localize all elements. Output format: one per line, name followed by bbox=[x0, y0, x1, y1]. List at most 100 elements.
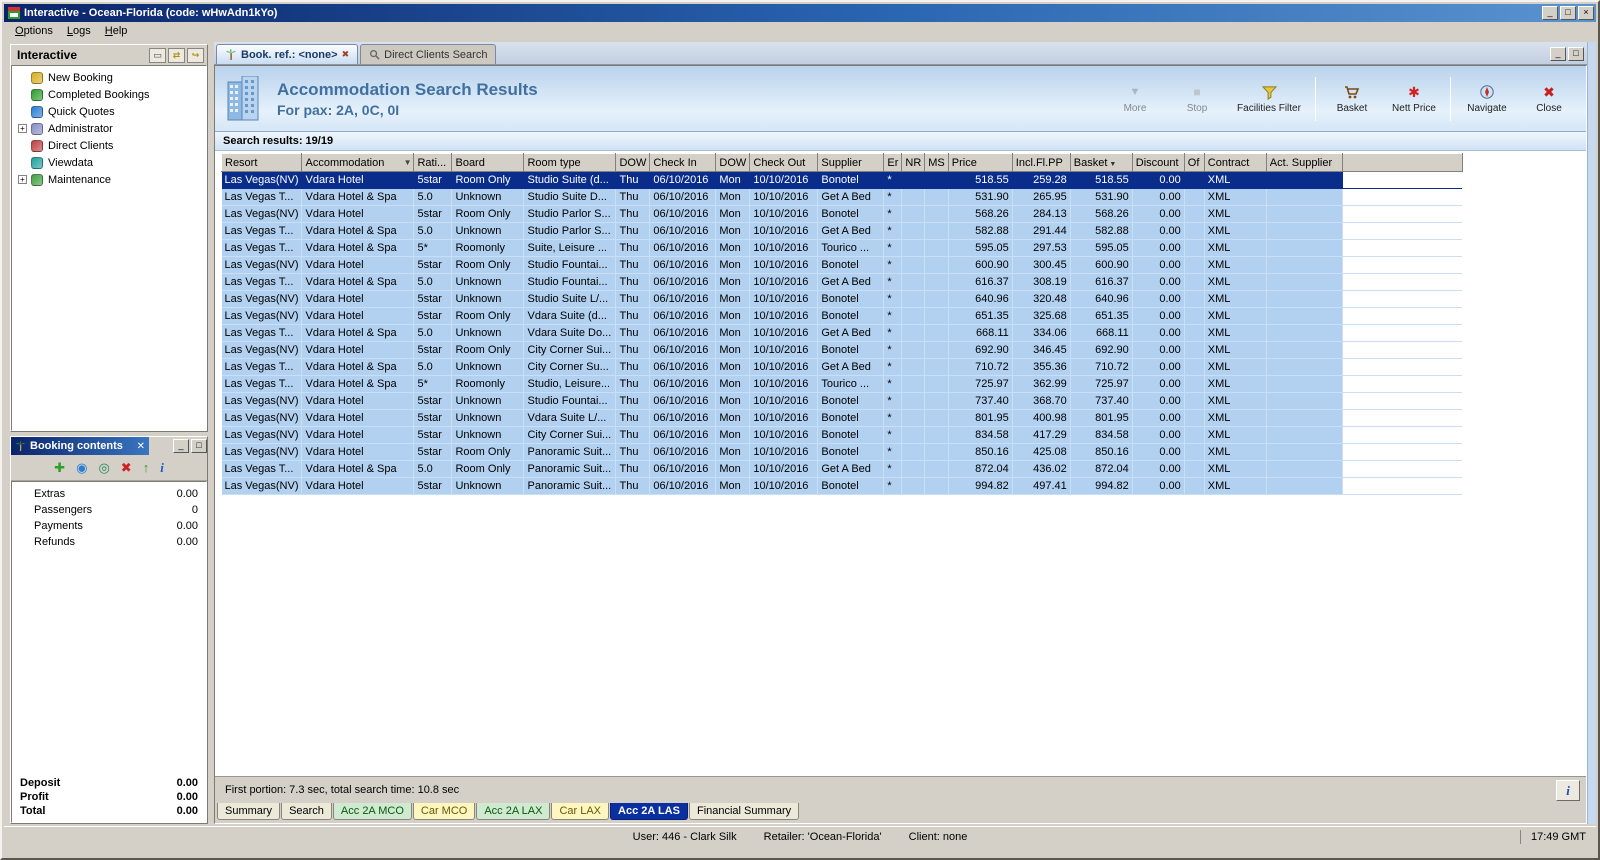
minimize-button[interactable]: _ bbox=[1542, 6, 1558, 20]
table-row[interactable]: Las Vegas(NV) Vdara Hotel 5star Unknown Stud… bbox=[221, 392, 1463, 410]
table-row[interactable]: Las Vegas T... Vdara Hotel & Spa 5.0 Room O… bbox=[221, 460, 1463, 478]
close-button[interactable]: ✖ Close bbox=[1520, 80, 1578, 117]
basket-button[interactable]: Basket bbox=[1323, 80, 1381, 117]
cell-er: * bbox=[883, 477, 903, 495]
column-header-check-out[interactable]: Check Out bbox=[749, 153, 819, 172]
table-row[interactable]: Las Vegas(NV) Vdara Hotel 5star Unknown Vdar… bbox=[221, 409, 1463, 427]
column-header-er[interactable]: Er bbox=[883, 153, 903, 172]
close-button[interactable]: × bbox=[1578, 6, 1594, 20]
panel-pin-button[interactable]: ↪ bbox=[187, 47, 204, 63]
cell-basket: 994.82 bbox=[1070, 477, 1133, 495]
table-row[interactable]: Las Vegas(NV) Vdara Hotel 5star Room Only Ci… bbox=[221, 341, 1463, 359]
booking-contents-close-icon[interactable]: ✕ bbox=[137, 441, 145, 452]
table-row[interactable]: Las Vegas(NV) Vdara Hotel 5star Room Only Pa… bbox=[221, 443, 1463, 461]
cell-incl-fl-pp: 308.19 bbox=[1012, 273, 1071, 291]
bottom-tab-acc-2a-mco[interactable]: Acc 2A MCO bbox=[332, 803, 412, 820]
cell-supplier: Bonotel bbox=[817, 443, 885, 461]
sidebar-item-viewdata[interactable]: Viewdata bbox=[12, 154, 206, 171]
expand-icon[interactable]: + bbox=[18, 124, 27, 133]
export-icon[interactable]: ◎ bbox=[98, 461, 109, 474]
column-header-of[interactable]: Of bbox=[1183, 153, 1205, 172]
facilities-filter-button[interactable]: Facilities Filter bbox=[1230, 80, 1308, 117]
add-icon[interactable]: ✚ bbox=[54, 461, 65, 474]
table-row[interactable]: Las Vegas(NV) Vdara Hotel 5star Room Only St… bbox=[221, 171, 1463, 189]
bottom-tab-summary[interactable]: Summary bbox=[217, 803, 281, 820]
column-header-incl-fl-pp[interactable]: Incl.Fl.PP bbox=[1011, 153, 1071, 172]
column-header-price[interactable]: Price bbox=[947, 153, 1013, 172]
panel-dock-button[interactable]: ⇄ bbox=[168, 47, 185, 63]
table-row[interactable]: Las Vegas T... Vdara Hotel & Spa 5.0 Unknow… bbox=[221, 222, 1463, 240]
world-icon[interactable]: ◉ bbox=[76, 461, 87, 474]
column-header-room-type[interactable]: Room type bbox=[523, 153, 617, 172]
booking-panel-minimize-button[interactable]: _ bbox=[173, 439, 189, 453]
column-header-act-supplier[interactable]: Act. Supplier bbox=[1265, 153, 1343, 172]
mdi-minimize-button[interactable]: _ bbox=[1550, 47, 1566, 61]
cell-rati: 5star bbox=[413, 443, 453, 461]
document-tab-strip: Book. ref.: <none> ✖ Direct Clients Sear… bbox=[214, 42, 1587, 65]
sidebar-item-new-booking[interactable]: New Booking bbox=[12, 69, 206, 86]
cell-board: Unknown bbox=[451, 477, 525, 495]
booking-panel-maximize-button[interactable]: □ bbox=[191, 439, 207, 453]
sidebar-item-direct-clients[interactable]: Direct Clients bbox=[12, 137, 206, 154]
column-header-accommodation[interactable]: Accommodation ▼ bbox=[301, 153, 415, 172]
table-row[interactable]: Las Vegas(NV) Vdara Hotel 5star Unknown City… bbox=[221, 426, 1463, 444]
vertical-scrollbar[interactable] bbox=[1587, 42, 1596, 824]
table-row[interactable]: Las Vegas T... Vdara Hotel & Spa 5* Roomonl… bbox=[221, 239, 1463, 257]
panel-layout-button[interactable]: ▭ bbox=[149, 47, 166, 63]
table-row[interactable]: Las Vegas(NV) Vdara Hotel 5star Unknown Pano… bbox=[221, 477, 1463, 495]
table-row[interactable]: Las Vegas(NV) Vdara Hotel 5star Unknown Stud… bbox=[221, 290, 1463, 308]
expand-icon[interactable]: + bbox=[18, 175, 27, 184]
filter-funnel-icon[interactable]: ▼ bbox=[404, 158, 412, 167]
bottom-tab-car-lax[interactable]: Car LAX bbox=[551, 803, 610, 820]
navigate-button[interactable]: Navigate bbox=[1458, 80, 1516, 117]
bottom-tab-acc-2a-lax[interactable]: Acc 2A LAX bbox=[476, 803, 551, 820]
mdi-maximize-button[interactable]: □ bbox=[1568, 47, 1584, 61]
column-header-discount[interactable]: Discount bbox=[1131, 153, 1185, 172]
sidebar-item-quick-quotes[interactable]: Quick Quotes bbox=[12, 103, 206, 120]
column-header-dow[interactable]: DOW bbox=[715, 153, 751, 172]
sidebar-item-administrator[interactable]: + Administrator bbox=[12, 120, 206, 137]
bottom-tab-car-mco[interactable]: Car MCO bbox=[412, 803, 476, 820]
column-header-resort[interactable]: Resort bbox=[220, 153, 303, 172]
column-header-nr[interactable]: NR bbox=[901, 153, 926, 172]
search-results-window: Accommodation Search Results For pax: 2A… bbox=[214, 65, 1587, 824]
nett-price-button[interactable]: ✱ Nett Price bbox=[1385, 80, 1443, 117]
table-row[interactable]: Las Vegas T... Vdara Hotel & Spa 5.0 Unknow… bbox=[221, 324, 1463, 342]
move-up-icon[interactable]: ↑ bbox=[143, 461, 150, 474]
cell-check-out: 10/10/2016 bbox=[749, 358, 819, 376]
sidebar-item-completed-bookings[interactable]: Completed Bookings bbox=[12, 86, 206, 103]
column-header-check-in[interactable]: Check In bbox=[649, 153, 717, 172]
bottom-tab-financial-summary[interactable]: Financial Summary bbox=[688, 803, 800, 820]
column-header-contract[interactable]: Contract bbox=[1203, 153, 1267, 172]
bottom-tab-search[interactable]: Search bbox=[281, 803, 332, 820]
tab-direct-clients-search[interactable]: Direct Clients Search bbox=[360, 44, 497, 64]
table-row[interactable]: Las Vegas(NV) Vdara Hotel 5star Room Only St… bbox=[221, 256, 1463, 274]
table-row[interactable]: Las Vegas T... Vdara Hotel & Spa 5.0 Unknow… bbox=[221, 358, 1463, 376]
cell-basket: 582.88 bbox=[1070, 222, 1133, 240]
table-row[interactable]: Las Vegas(NV) Vdara Hotel 5star Room Only Vd… bbox=[221, 307, 1463, 325]
palm-icon bbox=[15, 440, 26, 451]
menu-logs[interactable]: Logs bbox=[60, 23, 98, 39]
column-header-board[interactable]: Board bbox=[451, 153, 525, 172]
column-header-rati[interactable]: Rati... bbox=[413, 153, 453, 172]
maximize-button[interactable]: □ bbox=[1560, 6, 1576, 20]
column-header-dow[interactable]: DOW bbox=[615, 153, 651, 172]
menu-options[interactable]: Options bbox=[8, 23, 60, 39]
table-row[interactable]: Las Vegas(NV) Vdara Hotel 5star Room Only St… bbox=[221, 205, 1463, 223]
tab-booking-ref[interactable]: Book. ref.: <none> ✖ bbox=[216, 44, 359, 64]
cell-supplier: Bonotel bbox=[817, 171, 885, 189]
info-button[interactable]: i bbox=[1556, 779, 1580, 801]
menu-help[interactable]: Help bbox=[98, 23, 135, 39]
table-row[interactable]: Las Vegas T... Vdara Hotel & Spa 5.0 Unknow… bbox=[221, 273, 1463, 291]
cell-incl-fl-pp: 346.45 bbox=[1012, 341, 1071, 359]
tab-close-icon[interactable]: ✖ bbox=[342, 49, 350, 60]
info-icon[interactable]: i bbox=[160, 461, 164, 474]
table-row[interactable]: Las Vegas T... Vdara Hotel & Spa 5.0 Unknow… bbox=[221, 188, 1463, 206]
sidebar-item-maintenance[interactable]: + Maintenance bbox=[12, 171, 206, 188]
column-header-ms[interactable]: MS bbox=[924, 153, 949, 172]
column-header-supplier[interactable]: Supplier bbox=[817, 153, 885, 172]
column-header-basket[interactable]: Basket ▼ bbox=[1069, 153, 1133, 172]
bottom-tab-acc-2a-las[interactable]: Acc 2A LAS bbox=[610, 803, 688, 820]
table-row[interactable]: Las Vegas T... Vdara Hotel & Spa 5* Roomonl… bbox=[221, 375, 1463, 393]
delete-icon[interactable]: ✖ bbox=[121, 461, 132, 474]
